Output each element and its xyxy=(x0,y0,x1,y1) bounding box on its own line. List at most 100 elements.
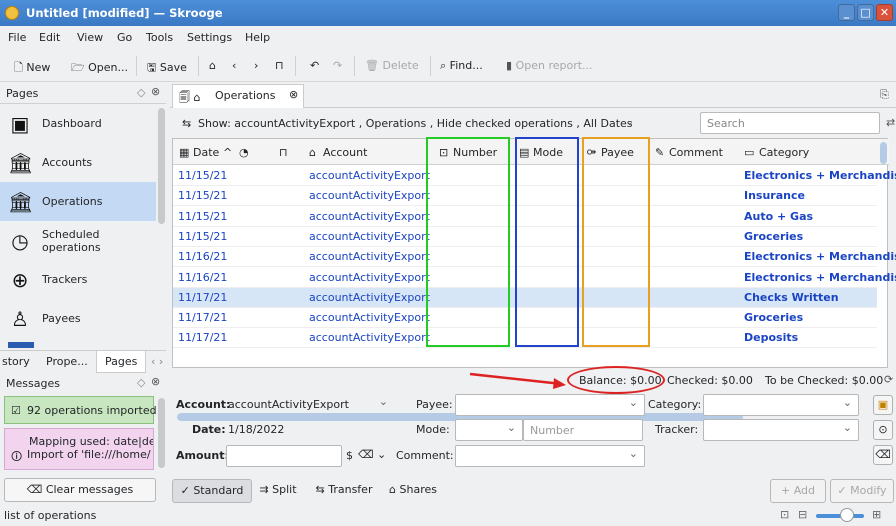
clear-messages-button[interactable]: ⌫ Clear messages xyxy=(4,478,156,502)
zoom-fit-icon[interactable]: ⊡ xyxy=(780,508,789,521)
nav-dashboard[interactable]: ▣ Dashboard xyxy=(0,104,156,143)
menu-settings[interactable]: Settings xyxy=(187,31,232,44)
clear-icon[interactable]: ⌫ ⌄ xyxy=(358,448,386,461)
chevron-down-icon[interactable]: ⌄ xyxy=(625,115,634,128)
zoom-in-icon[interactable]: ⊞ xyxy=(872,508,881,521)
search-input[interactable]: Search xyxy=(700,112,880,134)
clear-icon: ⌫ xyxy=(26,483,46,496)
menu-edit[interactable]: Edit xyxy=(39,31,60,44)
open-report-button[interactable]: ▮ Open report... xyxy=(506,59,593,72)
menu-go[interactable]: Go xyxy=(117,31,132,44)
zoom-slider-handle[interactable] xyxy=(840,508,854,522)
nav-scheduled-operations[interactable]: ◷ Scheduled operations xyxy=(0,221,156,260)
category-icon: ▭ xyxy=(744,146,755,159)
payee-combo[interactable] xyxy=(455,394,645,416)
app-icon xyxy=(5,6,19,20)
close-button[interactable]: ✕ xyxy=(876,4,893,21)
menu-tools[interactable]: Tools xyxy=(146,31,173,44)
back-icon: ‹ xyxy=(232,59,237,72)
category-combo[interactable] xyxy=(703,394,859,416)
mode-combo[interactable] xyxy=(455,419,523,441)
minimize-button[interactable]: _ xyxy=(838,4,855,21)
date-cell: 11/16/21 xyxy=(178,250,228,264)
currency-select[interactable]: $ xyxy=(346,449,353,462)
mode-label: Mode: xyxy=(416,423,450,436)
tab-operations[interactable]: 🗐 ⌂ Operations ⊗ xyxy=(172,84,304,108)
split-button[interactable]: ⇉ Split xyxy=(254,479,302,503)
home-button[interactable]: ⌂ xyxy=(209,59,216,72)
tab-properties[interactable]: Prope... xyxy=(46,355,88,368)
table-vscroll[interactable] xyxy=(880,142,887,164)
float-icon[interactable]: ◇ xyxy=(137,376,145,389)
payee-label: Payee: xyxy=(416,398,453,411)
nav-trackers[interactable]: ⊕ Trackers xyxy=(0,260,156,299)
tab-pages[interactable]: Pages xyxy=(96,351,146,373)
add-button[interactable]: + Add xyxy=(770,479,826,503)
messages-panel-title: Messages xyxy=(6,377,60,390)
modify-button[interactable]: ✓ Modify xyxy=(830,479,894,503)
mode-bar: ✓ Standard ⇉ Split ⇆ Transfer ⌂ Shares +… xyxy=(170,478,896,504)
account-select[interactable]: accountActivityExport xyxy=(226,394,394,416)
messages-scrollbar[interactable] xyxy=(158,398,165,468)
new-button[interactable]: 🗋 New xyxy=(14,59,50,78)
undo-button[interactable]: ↶ xyxy=(310,59,319,72)
zoom-out-icon[interactable]: ⊟ xyxy=(798,508,807,521)
checked-label: Checked: $0.00 xyxy=(667,374,753,387)
transfer-button[interactable]: ⇆ Transfer xyxy=(308,479,380,503)
status-text: list of operations xyxy=(4,509,97,522)
number-input[interactable]: Number xyxy=(523,419,643,441)
category-cell: Auto + Gas xyxy=(744,209,814,223)
menu-help[interactable]: Help xyxy=(245,31,270,44)
tab-scroll-icon[interactable]: ‹ › xyxy=(151,355,163,368)
back-button[interactable]: ‹ xyxy=(232,59,236,72)
column-header-comment[interactable]: Comment xyxy=(669,146,723,159)
operations-view: 🗐 ⌂ Operations ⊗ ⎘ ⇆ Show: accountActivi… xyxy=(170,82,896,505)
tab-menu-icon[interactable]: ⎘ xyxy=(880,88,889,102)
bookmark-icon[interactable]: ⊓ xyxy=(279,146,288,159)
split-icon: ⇉ xyxy=(259,483,273,496)
menu-file[interactable]: File xyxy=(8,31,26,44)
maximize-button[interactable]: □ xyxy=(857,4,874,21)
message-item: Mapping used: date|de 🛈 Import of 'file:… xyxy=(4,428,154,470)
close-panel-icon[interactable]: ⊗ xyxy=(151,85,160,98)
refresh-icon[interactable]: ⟳ xyxy=(884,373,893,386)
bookmark-button[interactable]: ⊓ xyxy=(275,59,284,72)
category-cell: Electronics + Merchandis xyxy=(744,169,896,182)
filter-combo[interactable]: Show: accountActivityExport , Operations… xyxy=(198,117,633,130)
amount-input[interactable] xyxy=(226,445,342,467)
save-button[interactable]: 🖫 Save xyxy=(147,59,187,78)
clear-form-icon[interactable]: ⌫ xyxy=(873,445,893,465)
nav-accounts[interactable]: 🏛 Accounts xyxy=(0,143,156,182)
menu-view[interactable]: View xyxy=(77,31,103,44)
lock-icon[interactable]: ▣ xyxy=(873,395,893,415)
redo-button[interactable]: ↷ xyxy=(333,59,342,72)
filter-options-icon[interactable]: ⇄ xyxy=(886,116,895,129)
close-tab-icon[interactable]: ⊗ xyxy=(289,88,298,101)
nav-operations[interactable]: 🏛 Operations xyxy=(0,182,156,221)
find-button[interactable]: ⌕ Find... xyxy=(440,59,483,73)
comment-combo[interactable] xyxy=(455,445,645,467)
shares-button[interactable]: ⌂ Shares xyxy=(384,479,442,503)
open-button[interactable]: 🗁 Open... xyxy=(71,59,128,78)
close-panel-icon[interactable]: ⊗ xyxy=(151,375,160,388)
date-input[interactable]: 1/18/2022 xyxy=(226,419,394,441)
forward-button[interactable]: › xyxy=(254,59,258,72)
delete-button[interactable]: 🗑 Delete xyxy=(365,59,419,72)
transfer-icon: ⇆ xyxy=(315,483,329,496)
standard-button[interactable]: ✓ Standard xyxy=(172,479,252,503)
message-item: ☑ 92 operations imported xyxy=(4,396,157,424)
tab-history[interactable]: story xyxy=(2,355,30,368)
float-icon[interactable]: ◇ xyxy=(137,86,145,99)
nav-payees[interactable]: ♙ Payees xyxy=(0,299,156,338)
status-bar: list of operations ⊡ ⊟ ⊞ xyxy=(0,505,896,526)
pages-scrollbar[interactable] xyxy=(158,108,165,224)
tracker-combo[interactable] xyxy=(703,419,859,441)
column-header-category[interactable]: Category xyxy=(759,146,809,159)
account-cell: accountActivityExport xyxy=(309,311,430,325)
checkbox-icon: ☑ xyxy=(11,404,21,417)
status-icon[interactable]: ◔ xyxy=(239,146,249,159)
to-be-checked-label: To be Checked: $0.00 xyxy=(765,374,884,387)
column-header-account[interactable]: Account xyxy=(323,146,367,159)
column-header-date[interactable]: Date xyxy=(193,146,219,159)
check-circle-icon[interactable]: ⊙ xyxy=(873,420,893,440)
